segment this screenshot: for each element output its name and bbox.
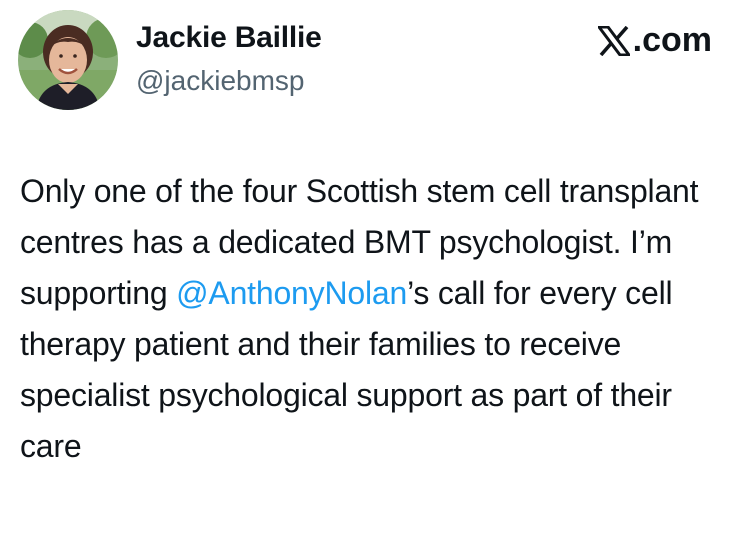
x-logo-icon <box>595 25 632 57</box>
tweet-card: Jackie Baillie @jackiebmsp .com Only one… <box>0 0 750 545</box>
brand-domain-label: .com <box>632 21 712 59</box>
author-handle[interactable]: @jackiebmsp <box>136 64 304 98</box>
mention-link[interactable]: @AnthonyNolan <box>176 275 407 311</box>
avatar[interactable] <box>18 10 118 110</box>
author-display-name[interactable]: Jackie Baillie <box>136 20 322 56</box>
tweet-text: Only one of the four Scottish stem cell … <box>20 166 735 472</box>
profile-photo <box>18 10 118 110</box>
x-com-brand: .com <box>595 20 712 60</box>
